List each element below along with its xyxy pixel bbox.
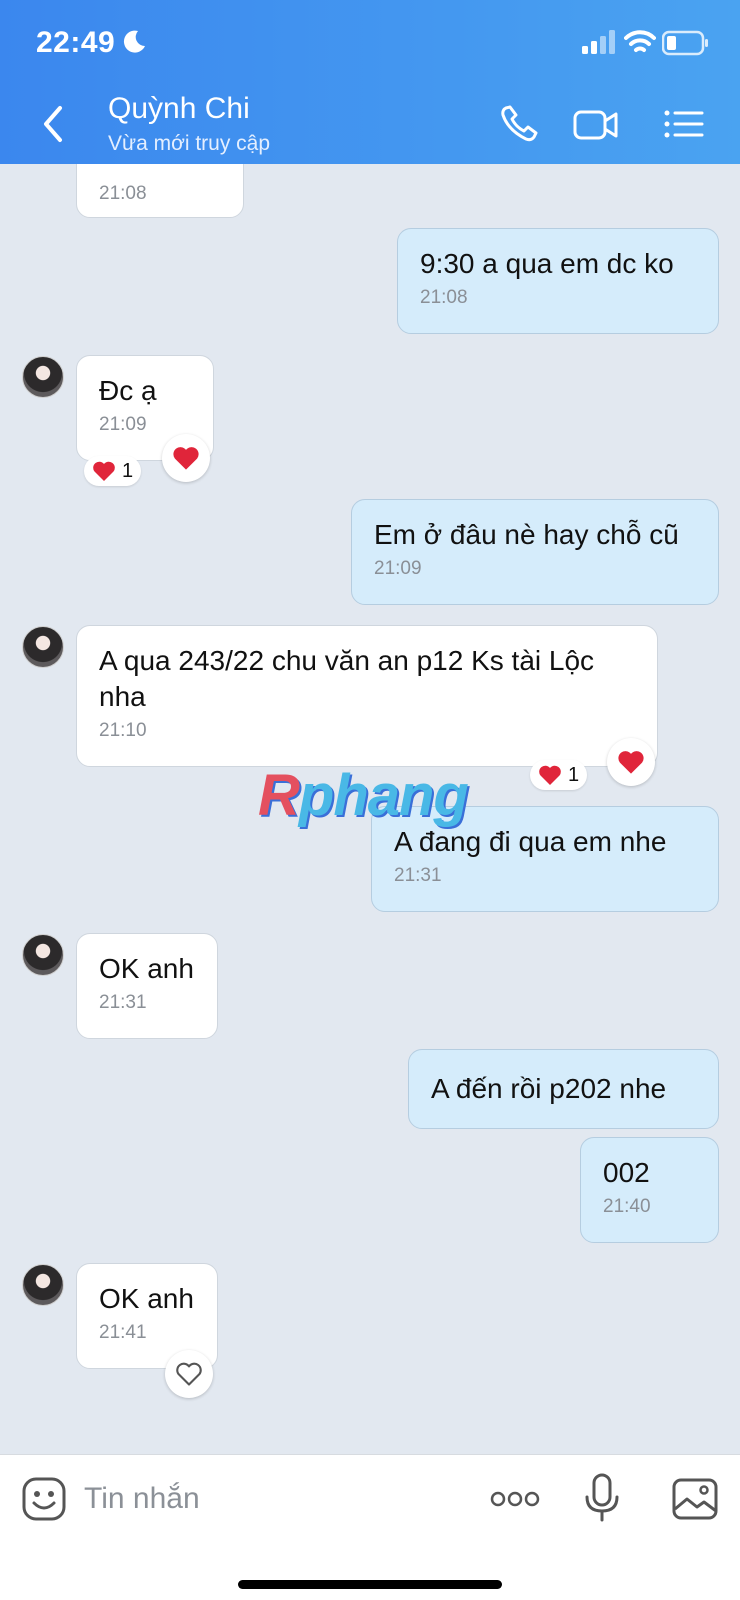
message-bubble-outgoing[interactable]: 002 21:40: [580, 1137, 719, 1243]
message-time: 21:31: [99, 992, 147, 1013]
microphone-icon[interactable]: [582, 1473, 622, 1523]
message-time: 21:40: [603, 1196, 651, 1217]
message-bubble-incoming[interactable]: OK anh 21:31: [76, 933, 218, 1039]
moon-icon: [123, 30, 145, 53]
watermark-logo: Rphang: [258, 762, 469, 829]
react-heart-button[interactable]: [607, 738, 655, 786]
back-button[interactable]: [36, 102, 68, 146]
message-time: 21:09: [374, 558, 422, 579]
home-indicator[interactable]: [238, 1580, 502, 1589]
contact-avatar[interactable]: [22, 626, 64, 668]
battery-icon: [662, 30, 708, 56]
message-text: 002: [603, 1157, 650, 1188]
reaction-count: 1: [122, 459, 134, 482]
wifi-icon: [624, 30, 656, 52]
reaction-summary[interactable]: 1: [530, 760, 588, 790]
reaction-count: 1: [568, 763, 580, 786]
message-input[interactable]: [84, 1475, 464, 1523]
message-bubble-outgoing[interactable]: 9:30 a qua em dc ko 21:08: [397, 228, 719, 334]
contact-name[interactable]: Quỳnh Chi: [108, 92, 250, 126]
watermark-rest: phang: [298, 763, 469, 828]
more-dots-icon[interactable]: [490, 1487, 540, 1511]
signal-icon: [582, 30, 615, 54]
chat-header: 22:49 Quỳnh Chi Vừa mới truy cập: [0, 0, 740, 164]
message-time: 21:10: [99, 720, 147, 741]
contact-avatar[interactable]: [22, 934, 64, 976]
watermark-first-letter: R: [258, 763, 300, 828]
heart-icon: [618, 751, 644, 774]
menu-list-icon[interactable]: [662, 102, 710, 146]
message-text-line1: A qua 243/22 chu văn an p12 Ks tài Lộc: [99, 645, 595, 676]
message-text: Đc ạ: [99, 375, 157, 406]
heart-icon: [539, 765, 561, 785]
status-time: 22:49: [36, 26, 116, 59]
heart-icon: [173, 447, 199, 470]
message-time: 21:09: [99, 414, 147, 435]
contact-avatar[interactable]: [22, 1264, 64, 1306]
message-input-bar: [0, 1454, 740, 1600]
message-text: A đang đi qua em nhe: [394, 826, 667, 857]
message-text: OK anh: [99, 953, 194, 984]
heart-outline-icon: [176, 1362, 202, 1386]
message-time: 21:31: [394, 865, 442, 886]
message-bubble-outgoing[interactable]: Em ở đâu nè hay chỗ cũ 21:09: [351, 499, 719, 605]
react-heart-button[interactable]: [162, 434, 210, 482]
message-bubble-incoming[interactable]: A qua 243/22 chu văn an p12 Ks tài Lộc n…: [76, 625, 658, 767]
message-text: 9:30 a qua em dc ko: [420, 248, 674, 279]
message-bubble-outgoing[interactable]: A đến rồi p202 nhe: [408, 1049, 719, 1129]
message-time: 21:41: [99, 1322, 147, 1343]
sticker-icon[interactable]: [22, 1477, 66, 1521]
message-text-line2: nha: [99, 681, 146, 712]
phone-icon[interactable]: [496, 102, 544, 146]
contact-avatar[interactable]: [22, 356, 64, 398]
message-time: 21:08: [420, 287, 468, 308]
heart-icon: [93, 461, 115, 481]
message-list[interactable]: 21:08 9:30 a qua em dc ko 21:08 Đc ạ 21:…: [0, 164, 740, 1454]
message-bubble-incoming[interactable]: 21:08: [76, 164, 244, 218]
message-text: Em ở đâu nè hay chỗ cũ: [374, 519, 679, 550]
react-button-empty[interactable]: [165, 1350, 213, 1398]
image-icon[interactable]: [672, 1477, 718, 1521]
contact-status: Vừa mới truy cập: [108, 132, 271, 155]
reaction-summary[interactable]: 1: [84, 456, 142, 486]
message-time: 21:08: [99, 183, 147, 204]
message-text: OK anh: [99, 1283, 194, 1314]
message-text: A đến rồi p202 nhe: [431, 1073, 667, 1104]
video-icon[interactable]: [572, 102, 620, 146]
